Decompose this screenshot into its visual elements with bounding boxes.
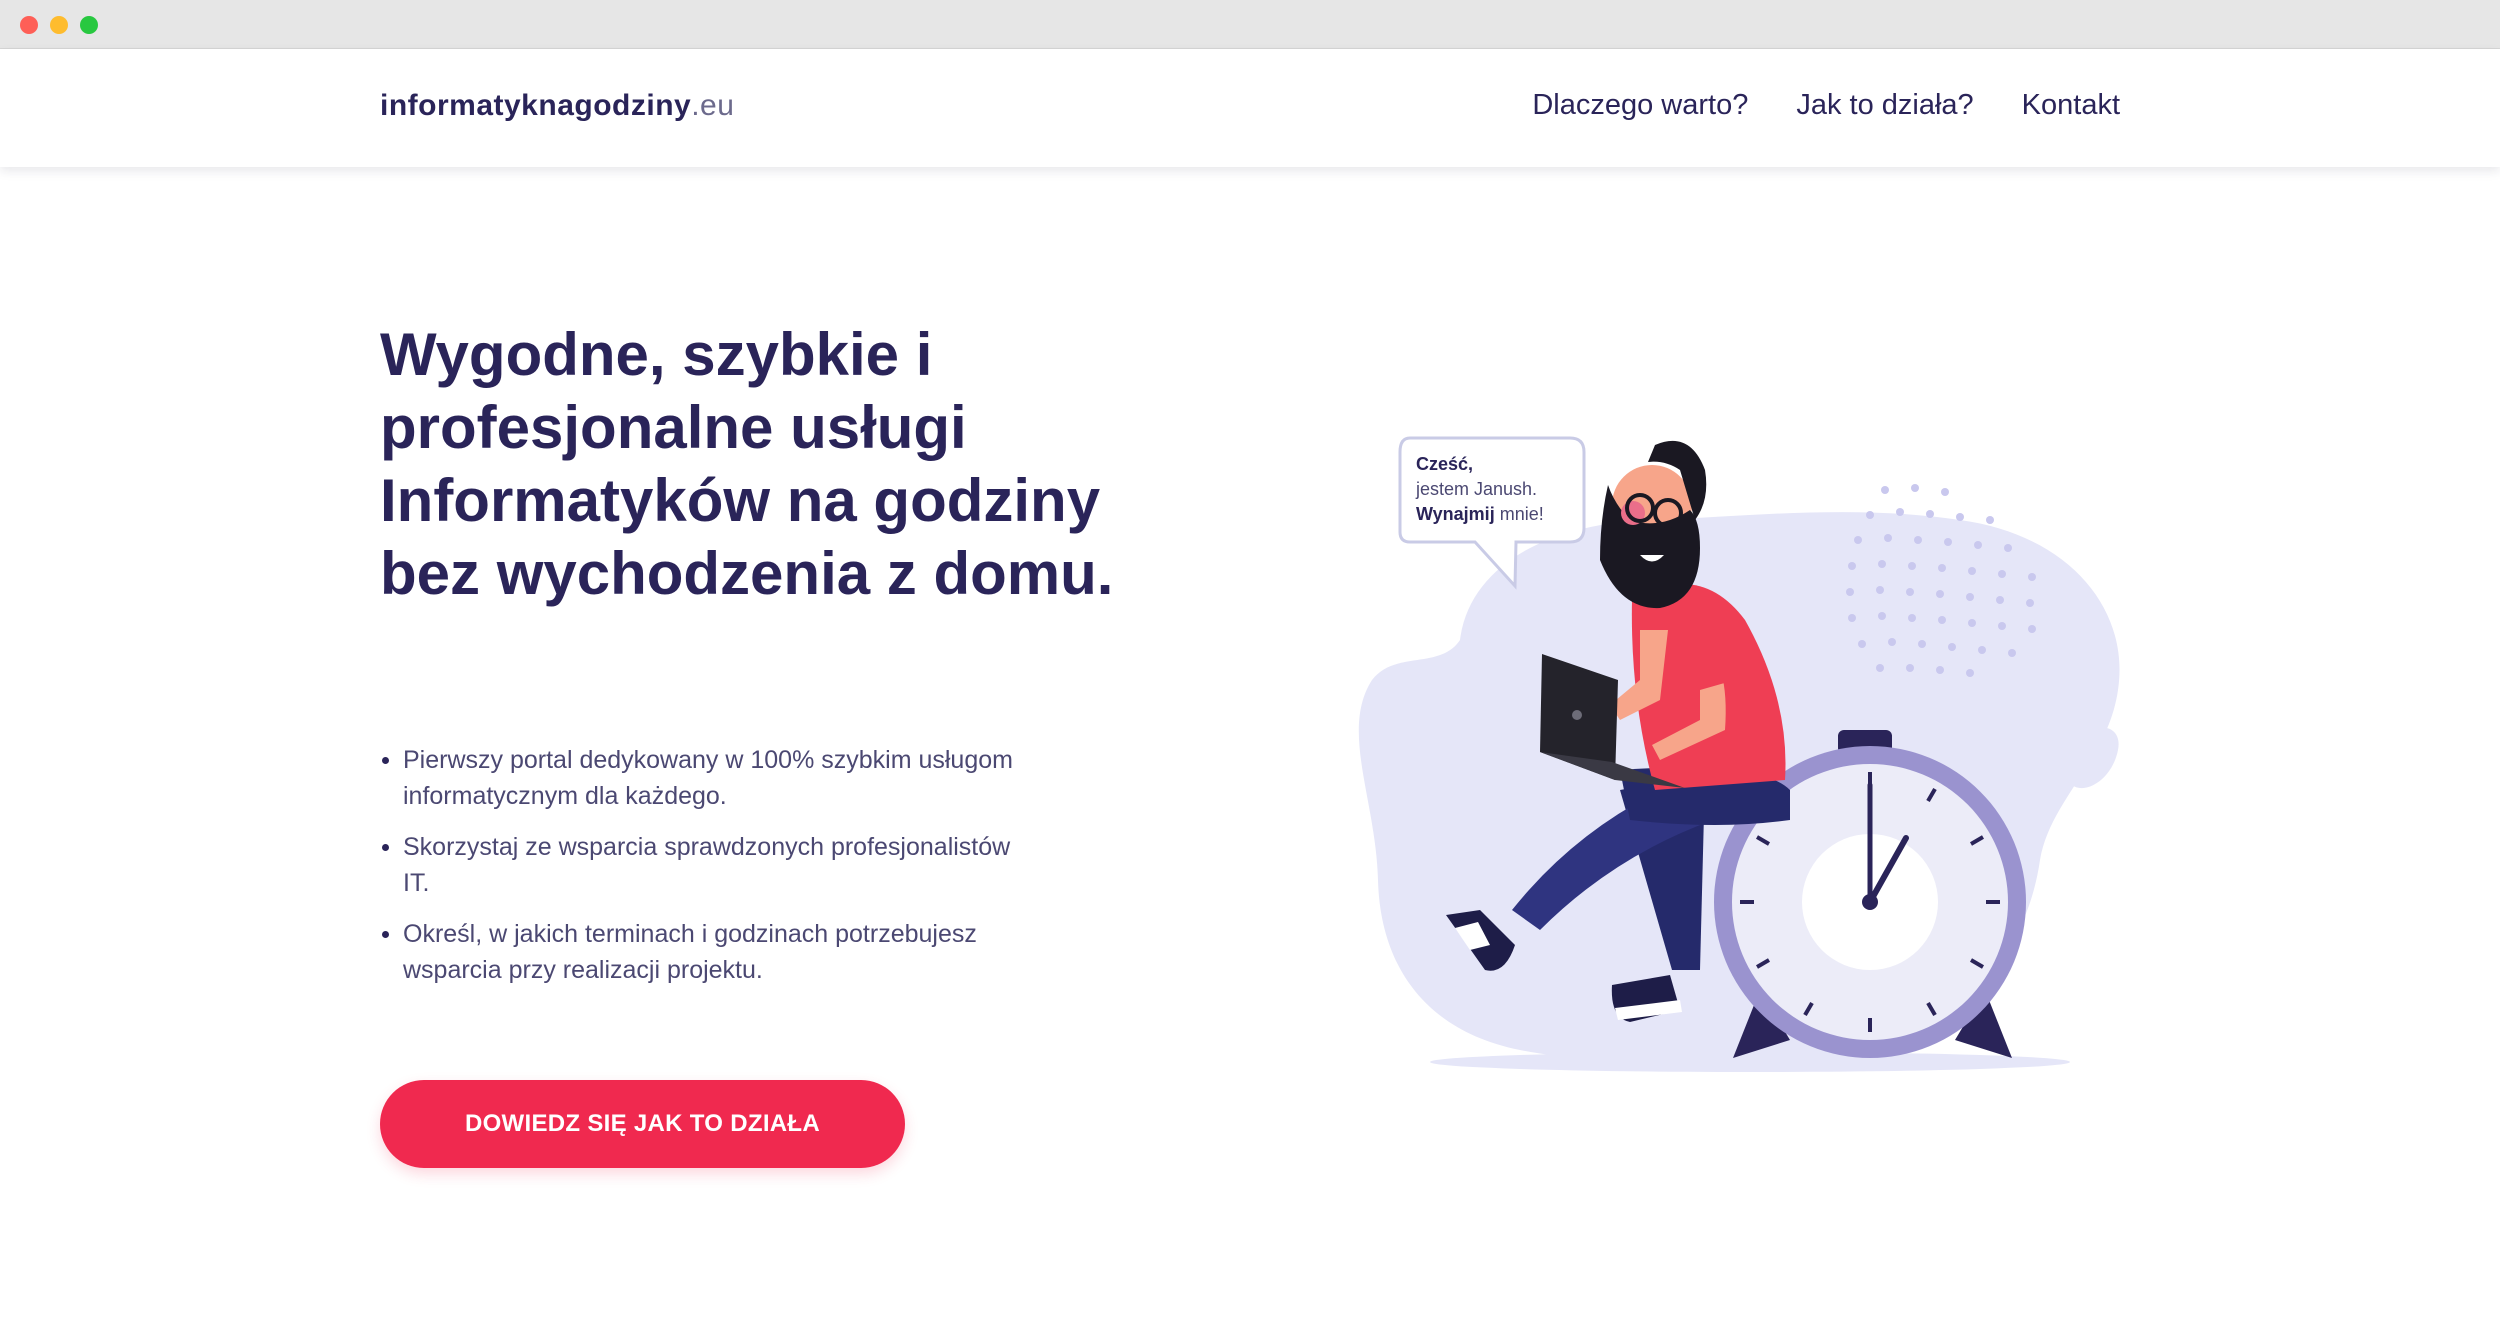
close-window-button[interactable] <box>20 16 38 34</box>
nav-link-contact[interactable]: Kontakt <box>2022 89 2120 122</box>
floor-shadow <box>1430 1052 2070 1072</box>
feature-item: Pierwszy portal dedykowany w 100% szybki… <box>380 742 1020 814</box>
logo-domain-text: .eu <box>691 89 735 122</box>
feature-item: Skorzystaj ze wsparcia sprawdzonych prof… <box>380 829 1020 901</box>
bubble-greeting: Cześć, <box>1416 454 1474 474</box>
site-logo[interactable]: informatyknagodziny.eu <box>380 89 734 123</box>
browser-title-bar <box>0 0 2500 49</box>
feature-list: Pierwszy portal dedykowany w 100% szybki… <box>380 742 1020 1003</box>
hero-title: Wygodne, szybkie i profesjonalne usługi … <box>380 321 1114 607</box>
bubble-intro: jestem Janush. <box>1416 479 1538 499</box>
site-header: informatyknagodziny.eu Dlaczego warto? J… <box>0 49 2500 167</box>
logo-main-text: informatyknagodziny <box>380 89 692 122</box>
main-nav: Dlaczego warto? Jak to działa? Kontakt <box>1532 89 2120 122</box>
nav-link-why[interactable]: Dlaczego warto? <box>1532 89 1748 122</box>
minimize-window-button[interactable] <box>50 16 68 34</box>
nav-link-how-it-works[interactable]: Jak to działa? <box>1796 89 1973 122</box>
bubble-hire-rest: mnie! <box>1494 504 1544 524</box>
how-it-works-button[interactable]: DOWIEDZ SIĘ JAK TO DZIAŁA <box>380 1080 905 1168</box>
feature-item: Określ, w jakich terminach i godzinach p… <box>380 916 1020 988</box>
bubble-hire-word: Wynajmij <box>1416 504 1495 524</box>
maximize-window-button[interactable] <box>80 16 98 34</box>
speech-bubble: Cześć, jestem Janush. Wynajmij mnie! <box>1400 438 1584 542</box>
